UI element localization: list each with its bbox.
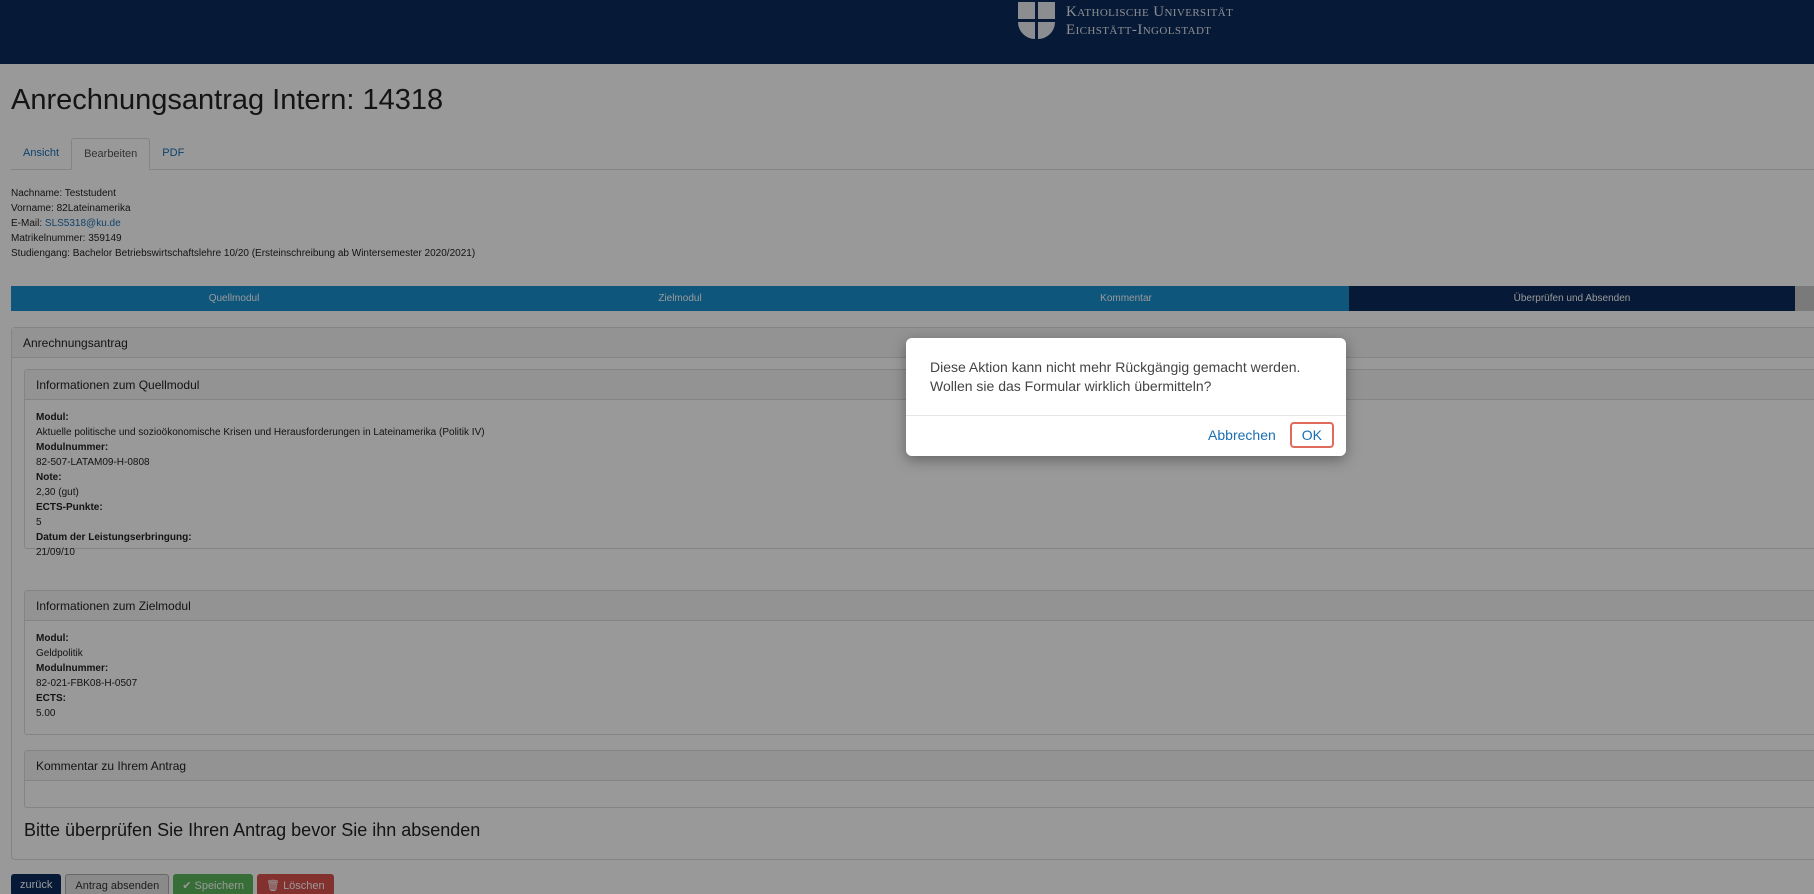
dialog-message-line-1: Diese Aktion kann nicht mehr Rückgängig … bbox=[930, 359, 1301, 375]
dialog-actions: Abbrechen OK bbox=[1208, 422, 1334, 448]
confirm-dialog: Diese Aktion kann nicht mehr Rückgängig … bbox=[906, 338, 1346, 456]
dialog-ok-button[interactable]: OK bbox=[1289, 422, 1334, 448]
dialog-message: Diese Aktion kann nicht mehr Rückgängig … bbox=[906, 338, 1346, 416]
dialog-cancel-button[interactable]: Abbrechen bbox=[1208, 427, 1276, 443]
dialog-message-line-2: Wollen sie das Formular wirklich übermit… bbox=[930, 378, 1212, 394]
